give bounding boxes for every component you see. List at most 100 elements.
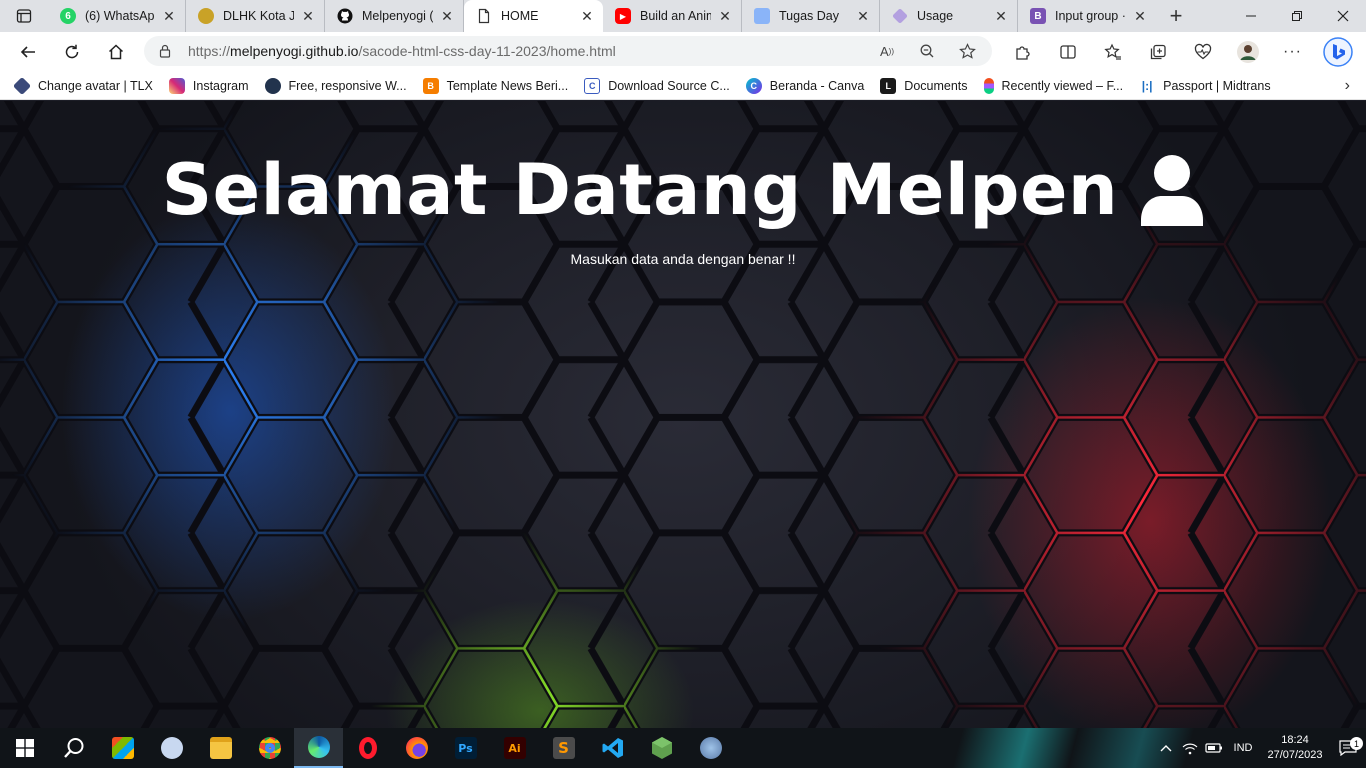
collections-button[interactable]	[1135, 36, 1180, 68]
start-button[interactable]	[0, 728, 49, 768]
tab-strip: 6 (6) WhatsApp ✕ DLHK Kota Jay ✕ Melpeny…	[0, 0, 1366, 32]
wifi-icon[interactable]	[1178, 741, 1202, 755]
read-aloud-icon[interactable]: A))	[872, 44, 902, 59]
bookmarks-more-chevron-icon[interactable]: ›	[1345, 77, 1350, 95]
bootstrap-icon: B	[1030, 8, 1046, 24]
tab-youtube[interactable]: ▶ Build an Anim ✕	[603, 0, 742, 32]
close-icon[interactable]: ✕	[439, 8, 455, 24]
welcome-heading-text: Selamat Datang Melpen	[161, 149, 1119, 231]
taskbar-chrome[interactable]	[245, 728, 294, 768]
profile-button[interactable]	[1225, 36, 1270, 68]
bookmark-figma[interactable]: Recently viewed – F...	[983, 77, 1124, 94]
bookmark-documents[interactable]: L Documents	[880, 77, 968, 94]
language-indicator[interactable]: IND	[1226, 742, 1260, 754]
back-button[interactable]	[10, 36, 46, 68]
favorite-star-icon[interactable]	[952, 42, 982, 60]
extensions-icon	[1015, 46, 1030, 60]
tab-title: Input group ·	[1055, 9, 1126, 23]
taskbar-edge[interactable]	[294, 728, 343, 768]
bookmark-label: Beranda - Canva	[769, 78, 865, 93]
address-bar[interactable]: https://melpenyogi.github.io/sacode-html…	[144, 36, 992, 66]
file-explorer-icon	[209, 737, 232, 759]
tab-bootstrap[interactable]: B Input group · ✕	[1018, 0, 1156, 32]
address-bar-actions: A))	[872, 36, 982, 66]
zoom-icon[interactable]	[912, 43, 942, 59]
close-icon[interactable]: ✕	[579, 8, 595, 24]
close-icon[interactable]: ✕	[161, 8, 177, 24]
taskbar-illustrator[interactable]: Ai	[490, 728, 539, 768]
extensions-button[interactable]	[1000, 36, 1045, 68]
taskbar-node[interactable]	[637, 728, 686, 768]
taskbar-firefox[interactable]	[392, 728, 441, 768]
close-icon[interactable]: ✕	[993, 8, 1009, 24]
settings-menu-button[interactable]: ···	[1270, 36, 1315, 68]
bookmark-label: Free, responsive W...	[288, 78, 407, 93]
tab-dlhk[interactable]: DLHK Kota Jay ✕	[186, 0, 325, 32]
tab-tugas[interactable]: Tugas Day ✕	[742, 0, 880, 32]
bookmark-midtrans[interactable]: |:| Passport | Midtrans	[1139, 78, 1271, 94]
home-button[interactable]	[98, 36, 134, 68]
url-text[interactable]: https://melpenyogi.github.io/sacode-html…	[188, 43, 616, 59]
close-window-button[interactable]	[1320, 0, 1366, 32]
vscode-icon	[602, 738, 623, 758]
taskbar-photoshop[interactable]: Ps	[441, 728, 490, 768]
responsive-icon	[264, 77, 281, 94]
refresh-button[interactable]	[54, 36, 90, 68]
tray-overflow-chevron-icon[interactable]	[1154, 744, 1178, 752]
classroom-icon	[754, 8, 770, 24]
tab-title: Melpenyogi (	[362, 9, 433, 23]
performance-button[interactable]	[1180, 36, 1225, 68]
close-icon[interactable]: ✕	[1132, 8, 1148, 24]
restore-button[interactable]	[1274, 0, 1320, 32]
network-app-icon	[699, 737, 722, 759]
bookmark-responsive[interactable]: Free, responsive W...	[264, 77, 407, 94]
close-icon[interactable]: ✕	[300, 8, 316, 24]
bookmark-tlx[interactable]: Change avatar | TLX	[12, 76, 153, 95]
tab-whatsapp[interactable]: 6 (6) WhatsApp ✕	[48, 0, 186, 32]
tab-title: Tugas Day	[779, 9, 839, 23]
notification-button[interactable]: 1	[1330, 737, 1366, 756]
tab-actions-button[interactable]	[0, 0, 48, 32]
illustrator-icon: Ai	[503, 737, 526, 759]
favorites-button[interactable]	[1090, 36, 1135, 68]
notification-count-badge: 1	[1350, 737, 1363, 750]
bookmark-blogger[interactable]: B Template News Beri...	[422, 77, 568, 94]
bookmark-canva[interactable]: C Beranda - Canva	[745, 77, 865, 94]
page-viewport: Selamat Datang Melpen Masukan data anda …	[0, 101, 1366, 728]
tab-home[interactable]: HOME ✕	[464, 0, 603, 32]
new-tab-button[interactable]: +	[1156, 0, 1196, 32]
split-screen-button[interactable]	[1045, 36, 1090, 68]
lock-icon[interactable]	[158, 44, 172, 58]
split-screen-icon	[1059, 45, 1076, 59]
whatsapp-icon: 6	[60, 8, 76, 24]
taskbar-explorer[interactable]	[196, 728, 245, 768]
firefox-icon	[405, 737, 428, 759]
usage-icon	[892, 8, 908, 24]
close-icon[interactable]: ✕	[717, 8, 733, 24]
bookmark-label: Change avatar | TLX	[38, 78, 153, 93]
tab-title: (6) WhatsApp	[85, 9, 155, 23]
clock[interactable]: 18:24 27/07/2023	[1260, 733, 1330, 763]
taskbar-sublime[interactable]: S	[539, 728, 588, 768]
taskbar-vscode[interactable]	[588, 728, 637, 768]
battery-icon[interactable]	[1202, 742, 1226, 754]
search-button[interactable]	[49, 728, 98, 768]
bookmark-instagram[interactable]: Instagram	[168, 77, 249, 94]
taskbar-network-app[interactable]	[686, 728, 735, 768]
tab-github[interactable]: Melpenyogi ( ✕	[325, 0, 464, 32]
bookmark-source-code[interactable]: C Download Source C...	[584, 77, 730, 94]
taskbar-opera[interactable]	[343, 728, 392, 768]
bing-chat-button[interactable]	[1315, 36, 1360, 68]
minimize-button[interactable]	[1228, 0, 1274, 32]
close-icon[interactable]: ✕	[855, 8, 871, 24]
url-path: /sacode-html-css-day-11-2023/home.html	[358, 43, 616, 59]
taskbar-paint[interactable]	[147, 728, 196, 768]
bookmark-label: Recently viewed – F...	[1001, 78, 1124, 93]
url-host: melpenyogi.github.io	[230, 43, 359, 59]
sublime-text-icon: S	[552, 737, 575, 759]
instagram-icon	[168, 77, 185, 94]
taskbar-store[interactable]	[98, 728, 147, 768]
collections-icon	[1150, 44, 1166, 60]
tab-usage[interactable]: Usage ✕	[880, 0, 1018, 32]
photoshop-icon: Ps	[454, 737, 477, 759]
